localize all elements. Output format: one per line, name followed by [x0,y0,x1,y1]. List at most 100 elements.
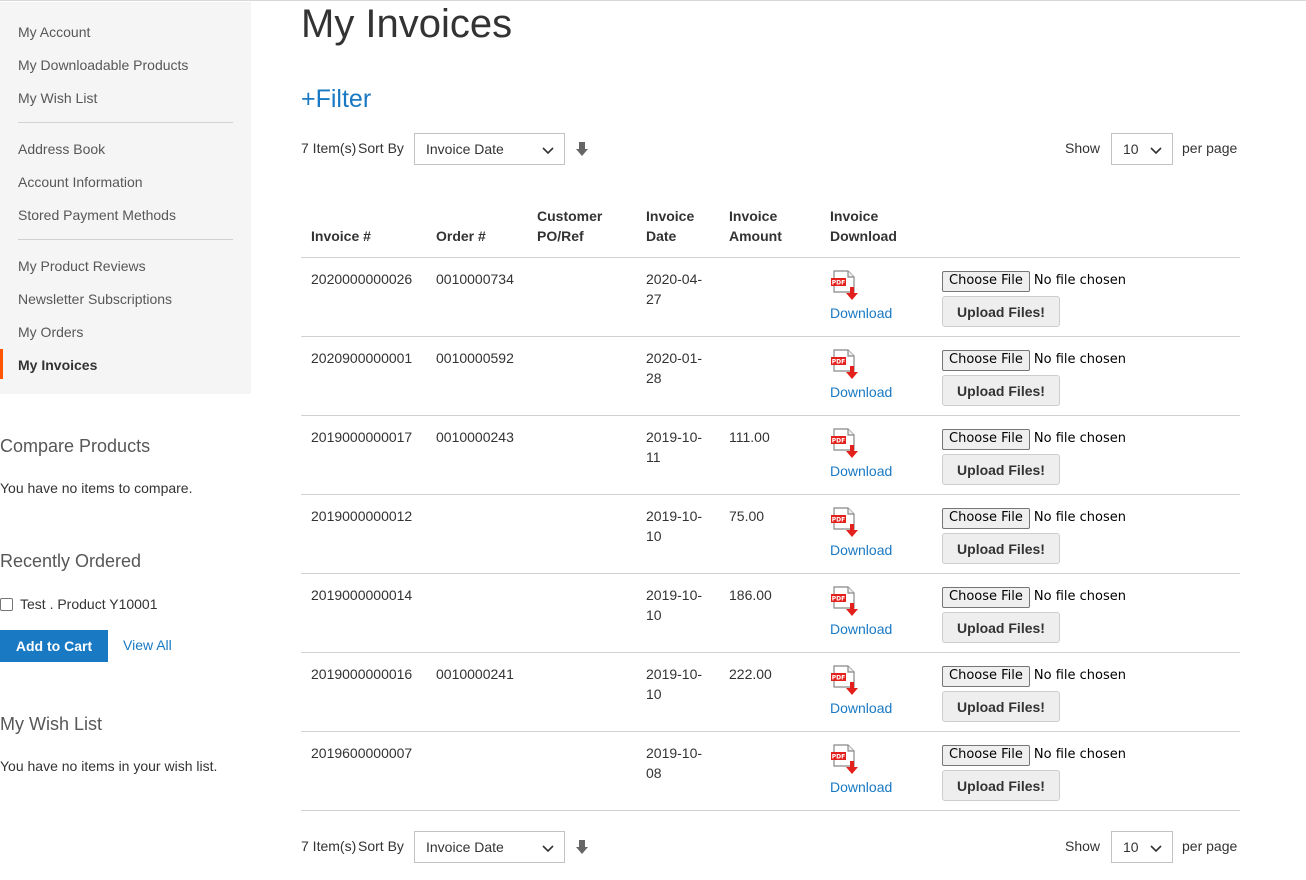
invoice-amount-cell: 222.00 [719,652,820,732]
header-invoice-amount: Invoice Amount [719,196,820,258]
choose-file-button[interactable]: Choose File [942,349,1030,371]
header-order-number: Order # [426,196,527,258]
chevron-down-icon [1150,845,1162,853]
nav-item-stored-payment-methods[interactable]: Stored Payment Methods [18,206,176,224]
choose-file-button[interactable]: Choose File [942,744,1030,766]
table-row: 2019000000016 0010000241 2019-10-10 222.00 P… [301,652,1240,732]
nav-item-account-information[interactable]: Account Information [18,173,143,191]
pdf-download-icon[interactable]: PDF [830,349,860,381]
download-link[interactable]: Download [830,462,922,480]
invoice-date-cell: 2020-04-27 [636,257,719,337]
pdf-download-icon[interactable]: PDF [830,507,860,539]
download-link[interactable]: Download [830,383,922,401]
invoice-date-value: 2019-10-10 [646,587,703,623]
file-input: Choose File No file chosen [942,270,1230,292]
upload-files-button[interactable]: Upload Files! [942,533,1060,564]
compare-products-empty-text: You have no items to compare. [0,480,193,496]
pdf-download-icon[interactable]: PDF [830,428,860,460]
order-number-cell [426,731,527,811]
limiter-select[interactable]: 10 [1111,831,1173,863]
svg-text:PDF: PDF [832,675,845,682]
order-number-cell [426,494,527,574]
upload-files-button[interactable]: Upload Files! [942,454,1060,485]
invoice-download-cell: PDF Download [820,731,932,811]
pdf-download-icon[interactable]: PDF [830,665,860,697]
invoice-date-value: 2020-04-27 [646,271,703,307]
sort-by-value: Invoice Date [426,839,504,855]
pdf-download-icon[interactable]: PDF [830,744,860,776]
choose-file-button[interactable]: Choose File [942,428,1030,450]
table-row: 2019000000017 0010000243 2019-10-11 111.00 P… [301,415,1240,495]
download-link[interactable]: Download [830,778,922,796]
customer-po-cell [527,494,636,574]
invoices-table: Invoice # Order # Customer PO/Ref Invoic… [301,196,1240,811]
invoice-number-cell: 2020000000026 [301,257,426,337]
no-file-chosen-text: No file chosen [1033,747,1126,762]
table-header-row: Invoice # Order # Customer PO/Ref Invoic… [301,196,1240,258]
chevron-down-icon [1150,147,1162,155]
nav-divider [18,122,233,123]
download-link[interactable]: Download [830,541,922,559]
nav-item-address-book[interactable]: Address Book [18,140,105,158]
download-link[interactable]: Download [830,620,922,638]
view-all-link[interactable]: View All [123,637,172,653]
nav-item-my-invoices[interactable]: My Invoices [18,356,97,374]
order-number-cell [426,573,527,653]
limiter-select[interactable]: 10 [1111,133,1173,165]
upload-cell: Choose File No file chosen Upload Files! [932,257,1240,337]
sort-by-select[interactable]: Invoice Date [414,133,565,165]
wishlist-title: My Wish List [0,714,103,734]
invoice-download-cell: PDF Download [820,336,932,416]
top-border [0,0,1306,1]
no-file-chosen-text: No file chosen [1033,431,1126,446]
choose-file-button[interactable]: Choose File [942,586,1030,608]
upload-files-button[interactable]: Upload Files! [942,691,1060,722]
header-customer-po: Customer PO/Ref [527,196,636,258]
upload-cell: Choose File No file chosen Upload Files! [932,415,1240,495]
nav-item-product-reviews[interactable]: My Product Reviews [18,257,146,275]
file-input: Choose File No file chosen [942,744,1230,766]
filter-toggle-link[interactable]: +Filter [301,84,371,114]
nav-item-newsletter-subscriptions[interactable]: Newsletter Subscriptions [18,290,172,308]
pdf-download-icon[interactable]: PDF [830,586,860,618]
order-number-cell: 0010000243 [426,415,527,495]
upload-files-button[interactable]: Upload Files! [942,612,1060,643]
invoice-date-value: 2020-01-28 [646,350,703,386]
toolbar-show-label: Show [1065,838,1101,854]
upload-files-button[interactable]: Upload Files! [942,770,1060,801]
arrow-down-icon[interactable] [575,141,589,157]
header-invoice-download: Invoice Download [820,196,932,258]
nav-item-my-orders[interactable]: My Orders [18,323,83,341]
choose-file-button[interactable]: Choose File [942,665,1030,687]
upload-files-button[interactable]: Upload Files! [942,296,1060,327]
order-number-cell: 0010000592 [426,336,527,416]
add-to-cart-button[interactable]: Add to Cart [0,630,108,662]
toolbar-top: 7 Item(s) Sort By Invoice Date Show 10 p… [301,133,1240,165]
svg-text:PDF: PDF [832,280,845,287]
invoices-table-body: 2020000000026 0010000734 2020-04-27 PDF Down… [301,257,1240,811]
arrow-down-icon[interactable] [575,839,589,855]
nav-item-downloadable-products[interactable]: My Downloadable Products [18,56,188,74]
nav-item-my-account[interactable]: My Account [18,23,90,41]
recently-ordered-item: Test . Product Y10001 [0,595,158,613]
recently-ordered-checkbox[interactable] [0,597,13,611]
nav-item-wish-list[interactable]: My Wish List [18,89,97,107]
invoice-number-cell: 2019000000017 [301,415,426,495]
download-link[interactable]: Download [830,699,922,717]
invoice-date-value: 2019-10-10 [646,666,703,702]
download-link[interactable]: Download [830,304,922,322]
svg-text:PDF: PDF [832,517,845,524]
choose-file-button[interactable]: Choose File [942,507,1030,529]
invoice-date-cell: 2019-10-10 [636,494,719,574]
choose-file-button[interactable]: Choose File [942,270,1030,292]
upload-files-button[interactable]: Upload Files! [942,375,1060,406]
invoice-date-cell: 2019-10-11 [636,415,719,495]
order-number-cell: 0010000734 [426,257,527,337]
sort-by-select[interactable]: Invoice Date [414,831,565,863]
invoice-download-cell: PDF Download [820,257,932,337]
invoice-date-cell: 2019-10-08 [636,731,719,811]
invoice-number-cell: 2020900000001 [301,336,426,416]
chevron-down-icon [542,147,554,155]
toolbar-per-page-label: per page [1182,140,1238,156]
pdf-download-icon[interactable]: PDF [830,270,860,302]
